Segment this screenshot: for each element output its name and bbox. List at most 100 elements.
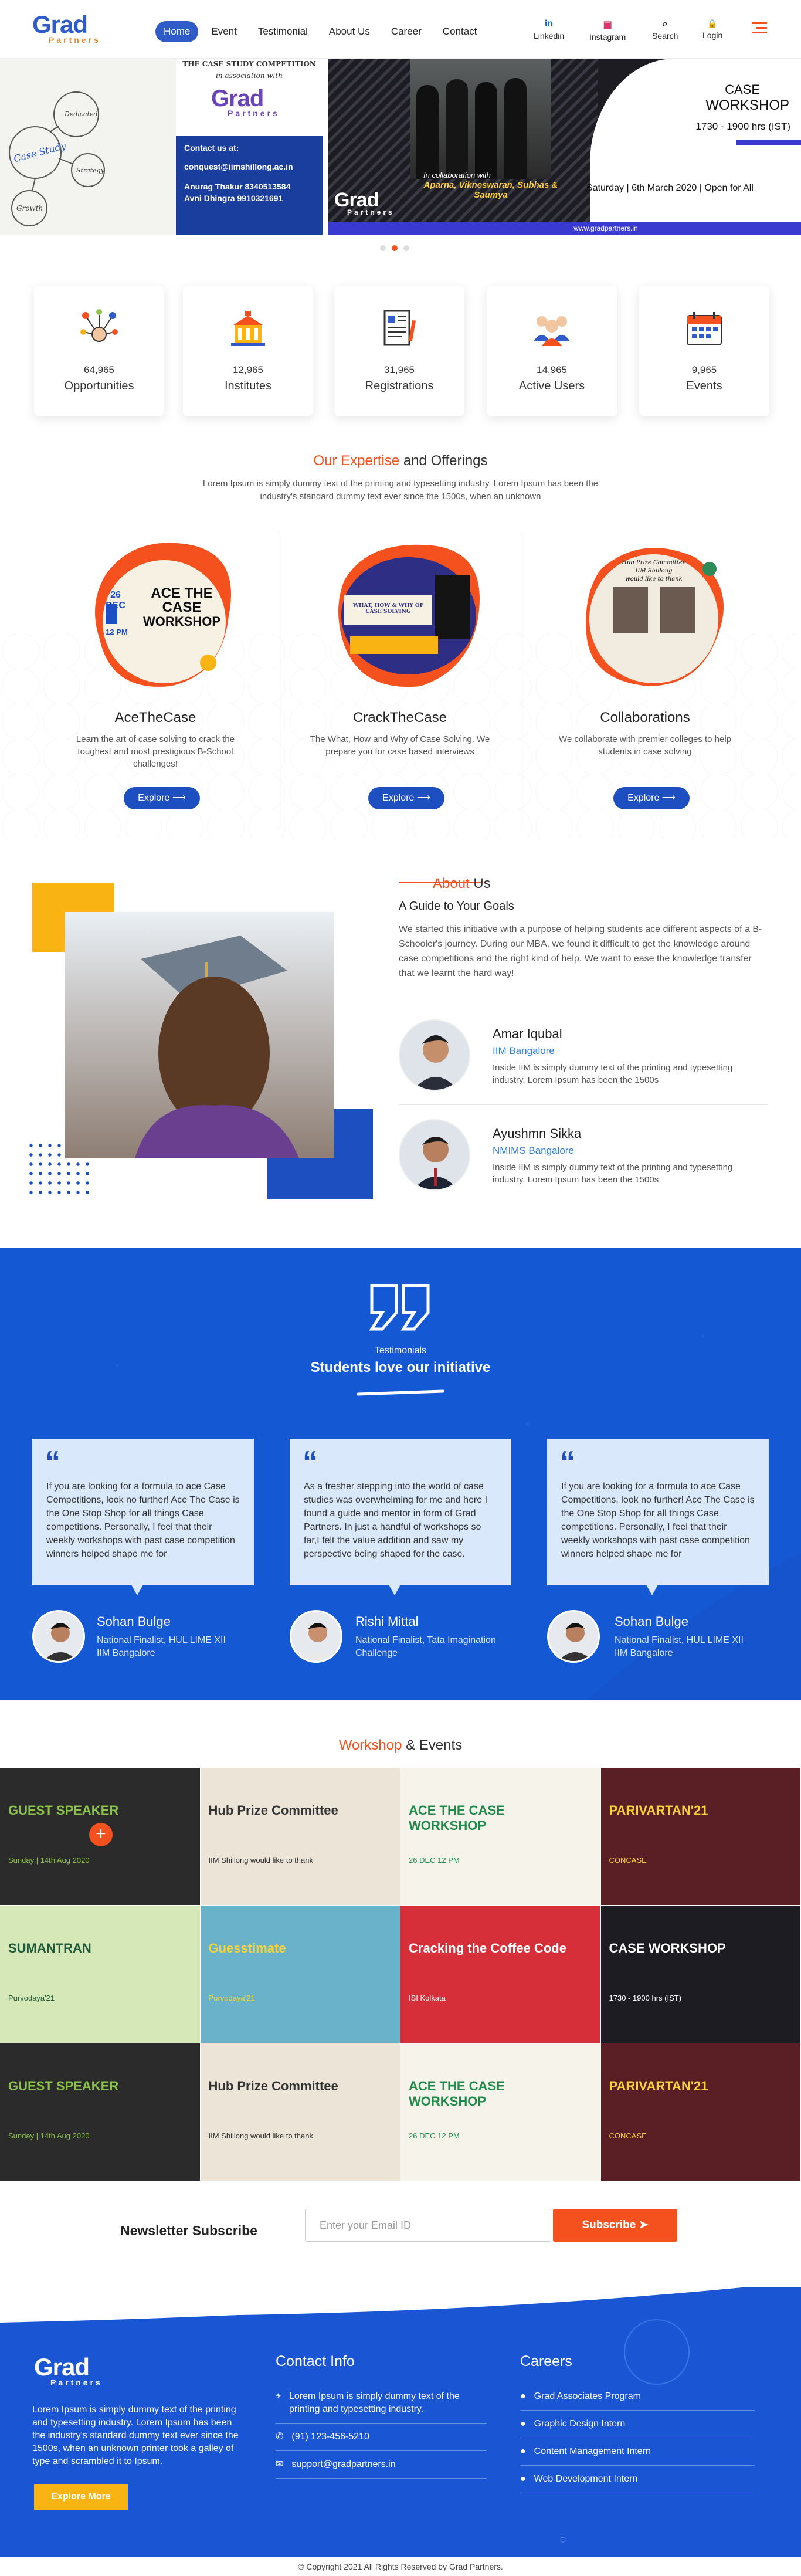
service-title: AceTheCase [114,710,196,726]
nav-career[interactable]: Career [383,21,430,42]
linkedin-link[interactable]: in Linkedin [534,19,564,40]
tile-heading: GUEST SPEAKER [8,1803,119,1818]
testimonial-text: As a fresher stepping into the world of … [304,1482,488,1559]
career-link[interactable]: ● Grad Associates Program [520,2383,755,2411]
stat-label: Active Users [518,379,585,392]
tile-heading: ACE THE CASE WORKSHOP [409,2079,505,2109]
author-role: National Finalist, HUL LIME XII IIM Banga… [615,1635,744,1658]
stat-card-institutes: 12,965 Institutes [183,286,313,416]
workshop-tile[interactable]: Cracking the Coffee Code ISI Kolkata [400,1906,601,2043]
workshop-tile[interactable]: Hub Prize Committee IIM Shillong would li… [200,2043,400,2181]
carousel-dot[interactable] [403,245,409,251]
workshop-tile[interactable]: SUMANTRAN Purvodaya'21 [0,1906,201,2043]
poster-text: WHAT, HOW & WHY OF CASE SOLVING [352,603,424,615]
workshop-tile[interactable]: ACE THE CASE WORKSHOP 26 DEC 12 PM [400,1768,601,1906]
menu-icon[interactable] [752,22,767,33]
explore-more-button[interactable]: Explore More [34,2484,128,2510]
tile-subtext: CONCASE [609,2131,647,2140]
tile-heading: Guesstimate [208,1941,286,1955]
workshop-tile[interactable]: Hub Prize Committee IIM Shillong would li… [200,1768,400,1906]
career-link[interactable]: ● Content Management Intern [520,2438,755,2466]
send-icon: ➤ [639,2219,649,2231]
hero-group-photo [410,59,551,179]
career-link[interactable]: ● Web Development Intern [520,2466,755,2493]
tile-subtext: Sunday | 14th Aug 2020 [8,2131,90,2140]
testimonial-text: If you are looking for a formula to ace … [561,1482,755,1559]
service-collaborations: Hub Prize Committee IIM Shillong would l… [522,540,768,821]
carousel-dot-active[interactable] [392,245,398,251]
nav-testimonial[interactable]: Testimonial [250,21,316,42]
instagram-icon: ▣ [603,20,612,30]
hero-carousel[interactable]: Dedicated Case Study Growth Strategy THE… [0,59,801,235]
expertise-heading: Our Expertise and Offerings [313,453,488,469]
service-description: Learn the art of case solving to crack t… [76,734,235,769]
explore-button[interactable]: Explore ⟶ [368,787,444,809]
workshop-tile[interactable]: CASE WORKSHOP 1730 - 1900 hrs (IST) [600,1906,801,2043]
contact-row[interactable]: ✉ support@gradpartners.in [276,2451,487,2479]
service-crackthecase: WHAT, HOW & WHY OF CASE SOLVING CrackThe… [277,540,523,821]
stat-card-opportunities: 64,965 Opportunities [34,286,164,416]
explore-button[interactable]: Explore ⟶ [124,787,200,809]
nav-event[interactable]: Event [203,21,245,42]
nav-home[interactable]: Home [155,21,199,42]
workshop-tile[interactable]: ACE THE CASE WORKSHOP 26 DEC 12 PM [400,2043,601,2181]
hero-date: Saturday | 6th March 2020 | Open for All [586,183,754,193]
nav-about-us[interactable]: About Us [321,21,378,42]
stat-label: Institutes [224,379,272,392]
subscribe-button[interactable]: Subscribe ➤ [553,2209,677,2242]
tile-subtext: IIM Shillong would like to thank [208,2131,313,2140]
tile-heading: PARIVARTAN'21 [609,1803,708,1818]
explore-button[interactable]: Explore ⟶ [613,787,690,809]
logo[interactable]: Grad Partners [32,11,101,45]
card-pointers [131,1585,658,1595]
site-footer: Grad Partners Lorem Ipsum is simply dumm… [0,2287,801,2576]
check-circle-icon: ● [520,2391,526,2401]
tile-subtext: IIM Shillong would like to thank [208,1856,313,1865]
add-icon[interactable]: + [89,1823,113,1846]
carousel-dot[interactable] [380,245,386,251]
testimonial-card: “ If you are looking for a formula to ac… [32,1439,254,1585]
mail-icon: ✉ [276,2459,284,2469]
footer-heading: Careers [520,2353,572,2370]
workshop-tile[interactable]: PARIVARTAN'21 CONCASE [600,2043,801,2181]
tile-heading: Cracking the Coffee Code [409,1941,566,1955]
author-role: National Finalist, Tata Imagination Chal… [355,1635,496,1658]
workshop-tile[interactable]: GUEST SPEAKER Sunday | 14th Aug 2020 [0,2043,201,2181]
newsletter-email-input[interactable]: Enter your Email ID [305,2209,551,2242]
lock-icon: 🔒 [707,19,718,28]
arrow-right-icon: ⟶ [661,793,676,803]
calendar-icon [687,312,722,345]
tile-heading: Hub Prize Committee [208,2079,338,2093]
workshop-tile[interactable]: PARIVARTAN'21 CONCASE [600,1768,801,1906]
stat-label: Opportunities [64,379,134,392]
author-name: Sohan Bulge [615,1614,688,1629]
contact-row[interactable]: ✆ (91) 123-456-5210 [276,2424,487,2451]
about-heading: About Us [433,876,491,892]
stat-card-active-users: 14,965 Active Users [487,286,617,416]
location-icon: ⌖ [276,2391,281,2401]
quote-icon: “ [303,1445,318,1479]
person-description: Inside IIM is simply dummy text of the p… [493,1162,733,1185]
service-acethecase: ACE THE CASE WORKSHOP 26 DEC 12 PM AceTh… [32,540,279,821]
footer-logo[interactable]: Grad Partners [34,2353,103,2387]
search-link[interactable]: ⌕ Search [652,19,678,40]
carousel-dots [380,245,409,251]
tile-subtext: Sunday | 14th Aug 2020 [8,1856,90,1865]
tile-subtext: CONCASE [609,1856,647,1865]
testimonials-kicker: Testimonials [374,1345,427,1355]
author-name: Rishi Mittal [355,1614,419,1629]
person-name: Ayushmn Sikka [493,1126,582,1141]
workshop-tile[interactable]: Guesstimate Purvodaya'21 [200,1906,400,2043]
service-description: The What, How and Why of Case Solving. W… [310,734,490,757]
career-link[interactable]: ● Graphic Design Intern [520,2411,755,2438]
login-link[interactable]: 🔒 Login [702,19,722,40]
doodle-word: Dedicated [65,110,98,118]
author-role: National Finalist, HUL LIME XII IIM Banga… [97,1635,226,1658]
testimonials-title: Students love our initiative [310,1360,491,1375]
instagram-link[interactable]: ▣ Instagram [589,19,626,42]
tile-subtext: ISI Kolkata [409,1994,446,2002]
avatar [32,1610,85,1663]
nav-contact[interactable]: Contact [435,21,486,42]
footer-heading: Contact Info [276,2353,355,2370]
phone-icon: ✆ [276,2432,284,2442]
